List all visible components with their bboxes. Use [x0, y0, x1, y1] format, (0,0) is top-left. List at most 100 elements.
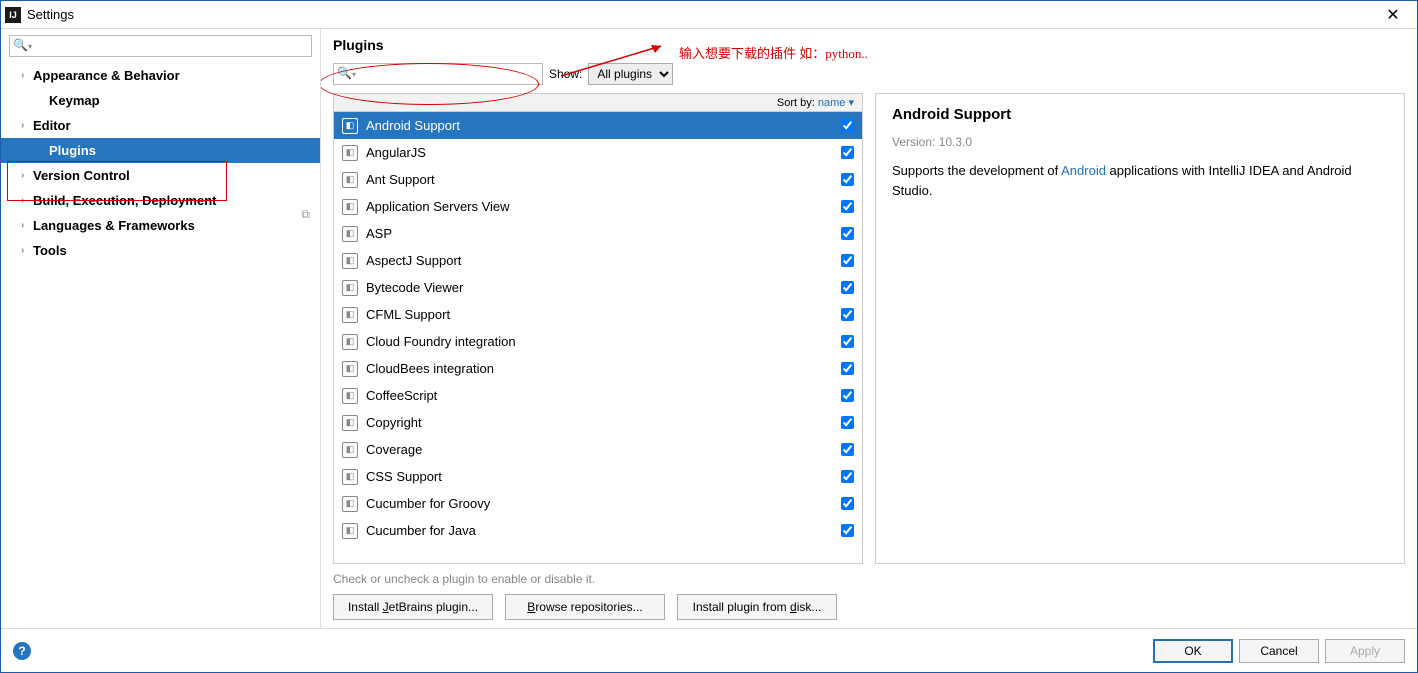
android-link[interactable]: Android	[1061, 163, 1106, 178]
plugin-search: 🔍▾	[333, 63, 543, 85]
copy-icon[interactable]: ⧉	[301, 207, 310, 222]
plugin-icon: ◧	[342, 415, 358, 431]
detail-description: Supports the development of Android appl…	[892, 161, 1388, 200]
plugin-checkbox[interactable]	[841, 335, 854, 348]
sidebar-item-label: Appearance & Behavior	[33, 68, 180, 83]
sidebar-item-label: Editor	[33, 118, 71, 133]
sidebar-item-editor[interactable]: ›Editor	[1, 113, 320, 138]
plugin-row[interactable]: ◧ Cucumber for Groovy	[334, 490, 862, 517]
sort-bar: Sort by: name ▾	[334, 94, 862, 112]
plugin-row[interactable]: ◧ASP	[334, 220, 862, 247]
sidebar-item-appearance-behavior[interactable]: ›Appearance & Behavior	[1, 63, 320, 88]
show-select[interactable]: All plugins	[588, 63, 673, 85]
sidebar-item-label: Build, Execution, Deployment	[33, 193, 216, 208]
plugin-checkbox[interactable]	[841, 146, 854, 159]
plugin-row[interactable]: ◧AspectJ Support	[334, 247, 862, 274]
plugin-row[interactable]: ◧Bytecode Viewer	[334, 274, 862, 301]
plugin-list: ◧Android Support◧AngularJS◧Ant Support◧A…	[334, 112, 862, 563]
plugin-checkbox[interactable]	[841, 119, 854, 132]
chevron-right-icon: ›	[21, 245, 33, 256]
plugin-row[interactable]: ◧Cloud Foundry integration	[334, 328, 862, 355]
plugin-checkbox[interactable]	[841, 254, 854, 267]
plugin-icon: ◧	[342, 253, 358, 269]
plugin-name: Android Support	[366, 118, 841, 133]
plugin-row[interactable]: ◧ CoffeeScript	[334, 382, 862, 409]
plugin-icon: ◧	[342, 469, 358, 485]
footer: ? OK Cancel Apply	[1, 628, 1417, 672]
plugin-name: Cucumber for Groovy	[366, 496, 841, 511]
plugin-checkbox[interactable]	[841, 524, 854, 537]
plugin-name: CFML Support	[366, 307, 841, 322]
sidebar-item-version-control[interactable]: ›Version Control	[1, 163, 320, 188]
plugin-checkbox[interactable]	[841, 281, 854, 294]
sidebar-search: 🔍▾	[9, 35, 312, 57]
plugin-row[interactable]: ◧ Coverage	[334, 436, 862, 463]
show-label: Show:	[549, 67, 582, 81]
plugin-icon: ◧	[342, 523, 358, 539]
sort-link[interactable]: name ▾	[818, 97, 854, 109]
plugin-name: Cloud Foundry integration	[366, 334, 841, 349]
plugin-list-panel: Sort by: name ▾ ◧ Android Support ◧ Angular…	[333, 93, 863, 564]
plugin-row[interactable]: ◧ AngularJS	[334, 139, 862, 166]
plugin-checkbox[interactable]	[841, 227, 854, 240]
plugin-name: Coverage	[366, 442, 841, 457]
sidebar-search-input[interactable]	[9, 35, 312, 57]
plugin-row[interactable]: ◧Ant Support	[334, 166, 862, 193]
plugin-row[interactable]: ◧ CSS Support	[334, 463, 862, 490]
plugin-icon: ◧	[342, 145, 358, 161]
plugin-row[interactable]: ◧CloudBees integration	[334, 355, 862, 382]
sidebar-item-plugins[interactable]: Plugins	[1, 138, 320, 163]
ok-button[interactable]: OK	[1153, 639, 1233, 663]
chevron-right-icon: ›	[21, 70, 33, 81]
plugin-name: CSS Support	[366, 469, 841, 484]
plugin-row[interactable]: ◧ Cucumber for Java	[334, 517, 862, 544]
plugin-name: Application Servers View	[366, 199, 841, 214]
plugin-checkbox[interactable]	[841, 308, 854, 321]
sidebar-item-label: Version Control	[33, 168, 130, 183]
plugin-icon: ◧	[342, 442, 358, 458]
settings-tree: ›Appearance & BehaviorKeymap›EditorPlugi…	[1, 63, 320, 628]
apply-button: Apply	[1325, 639, 1405, 663]
plugin-row[interactable]: ◧Application Servers View	[334, 193, 862, 220]
plugin-checkbox[interactable]	[841, 470, 854, 483]
plugin-row[interactable]: ◧CFML Support	[334, 301, 862, 328]
detail-panel: Android Support Version: 10.3.0 Supports…	[875, 93, 1405, 564]
sidebar-item-keymap[interactable]: Keymap	[1, 88, 320, 113]
app-icon: IJ	[5, 7, 21, 23]
sidebar-item-tools[interactable]: ›Tools	[1, 238, 320, 263]
plugin-icon: ◧	[342, 118, 358, 134]
plugin-icon: ◧	[342, 388, 358, 404]
plugin-icon: ◧	[342, 496, 358, 512]
help-icon[interactable]: ?	[13, 642, 31, 660]
search-icon: 🔍▾	[13, 38, 32, 52]
sidebar-item-languages-frameworks[interactable]: ›Languages & Frameworks	[1, 213, 320, 238]
plugin-name: Cucumber for Java	[366, 523, 841, 538]
cancel-button[interactable]: Cancel	[1239, 639, 1319, 663]
sidebar-item-label: Tools	[33, 243, 67, 258]
sidebar-item-label: Plugins	[49, 143, 96, 158]
search-icon: 🔍▾	[337, 66, 356, 80]
plugin-search-input[interactable]	[333, 63, 543, 85]
plugin-checkbox[interactable]	[841, 173, 854, 186]
detail-title: Android Support	[892, 106, 1388, 123]
plugin-icon: ◧	[342, 226, 358, 242]
plugin-checkbox[interactable]	[841, 416, 854, 429]
plugin-checkbox[interactable]	[841, 443, 854, 456]
plugin-checkbox[interactable]	[841, 497, 854, 510]
install-jetbrains-button[interactable]: Install JetBrains plugin...	[333, 594, 493, 620]
plugin-name: Bytecode Viewer	[366, 280, 841, 295]
browse-repositories-button[interactable]: Browse repositories...	[505, 594, 665, 620]
close-icon[interactable]: ✕	[1373, 5, 1413, 25]
install-from-disk-button[interactable]: Install plugin from disk...	[677, 594, 837, 620]
sidebar: 🔍▾ ›Appearance & BehaviorKeymap›EditorPl…	[1, 29, 321, 628]
plugin-name: AngularJS	[366, 145, 841, 160]
chevron-right-icon: ›	[21, 120, 33, 131]
plugin-row[interactable]: ◧Copyright	[334, 409, 862, 436]
plugin-checkbox[interactable]	[841, 200, 854, 213]
plugin-name: CoffeeScript	[366, 388, 841, 403]
plugin-row[interactable]: ◧ Android Support	[334, 112, 862, 139]
sidebar-item-build-execution-deployment[interactable]: ›Build, Execution, Deployment	[1, 188, 320, 213]
plugin-checkbox[interactable]	[841, 362, 854, 375]
plugin-name: CloudBees integration	[366, 361, 841, 376]
plugin-checkbox[interactable]	[841, 389, 854, 402]
